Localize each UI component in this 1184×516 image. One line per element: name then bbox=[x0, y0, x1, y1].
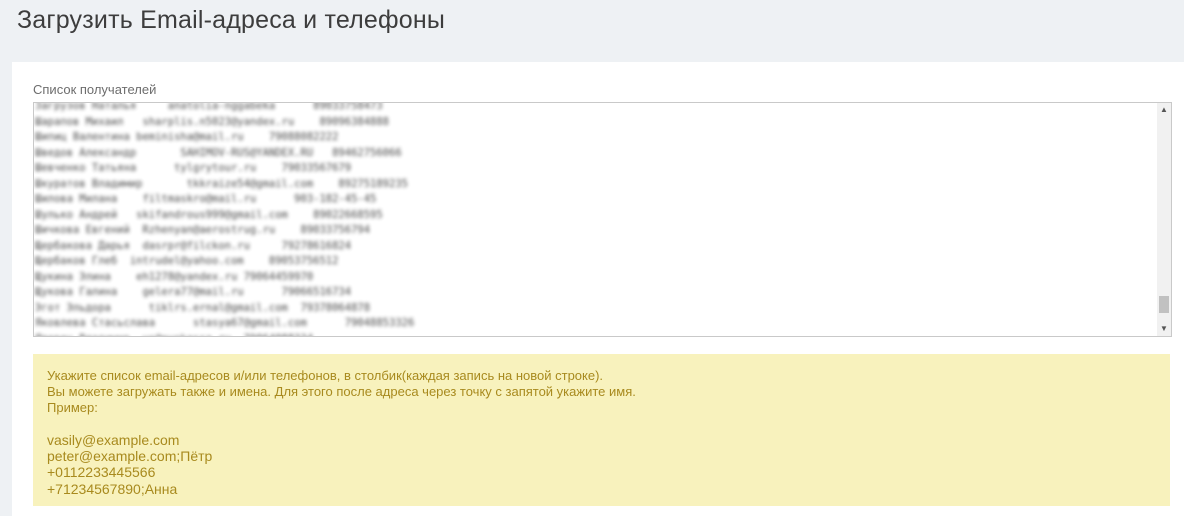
hint-example: +71234567890;Анна bbox=[47, 480, 178, 497]
recipient-line: Щербаков Глеб intrudel@yahoo.com 8905375… bbox=[35, 255, 339, 267]
textarea-scrollbar[interactable]: ▲ ▼ bbox=[1157, 103, 1171, 336]
recipient-line: Шкуратов Владимир tkkraize54@gmail.com 8… bbox=[35, 177, 408, 190]
recipient-line: Ядевец Владимир vs@evokassa.ru 790640883… bbox=[35, 332, 1157, 337]
recipient-line: Эгот Эльдора tiklrs.ernal@gmail.com 7937… bbox=[35, 301, 371, 314]
scroll-up-icon[interactable]: ▲ bbox=[1157, 103, 1171, 117]
recipient-line: Шилова Милана filtmaskro@mail.ru 903-182… bbox=[35, 193, 377, 205]
recipients-text: Загрузов Наталья anatolia-nggabeka 89033… bbox=[34, 102, 1157, 337]
hint-box: Укажите список email-адресов и/или телеф… bbox=[33, 354, 1170, 506]
upload-panel: Список получателей Загрузов Наталья anat… bbox=[12, 62, 1184, 516]
hint-line: Вы можете загружать также и имена. Для э… bbox=[47, 384, 636, 399]
scroll-down-icon[interactable]: ▼ bbox=[1157, 322, 1171, 336]
recipient-line: Шичкова Евгений Rzhenyan@aerostrug.ru 89… bbox=[35, 224, 371, 236]
page-title: Загрузить Email-адреса и телефоны bbox=[17, 6, 446, 34]
recipient-line: Шипиц Валентина beminisha@mail.ru 790880… bbox=[35, 131, 339, 143]
hint-line: Пример: bbox=[47, 400, 98, 415]
recipient-line: Шведов Александр SAHIMOV-RUS@YANDEX.RU 8… bbox=[35, 146, 402, 159]
recipients-textarea[interactable]: Загрузов Наталья anatolia-nggabeka 89033… bbox=[33, 102, 1172, 337]
recipient-line: Шевченко Татьяна tylgrytour.ru 790335676… bbox=[35, 162, 352, 174]
recipient-line: Щербакова Дарья dasrpr@filckon.ru 792786… bbox=[35, 239, 352, 252]
recipient-line: Шарапов Михаил sharplis.n5023@yandex.ru … bbox=[35, 115, 390, 128]
hint-example: peter@example.com;Пётр bbox=[47, 448, 213, 465]
recipient-line: Загрузов Наталья anatolia-nggabeka 89033… bbox=[35, 102, 383, 112]
recipient-line: Щукова Галина gelera77@mail.ru 790665167… bbox=[35, 286, 352, 298]
scroll-thumb[interactable] bbox=[1159, 295, 1169, 313]
hint-example: +0112233445566 bbox=[47, 464, 156, 481]
recipient-line: Яковлева Стасьслава stasya67@gmail.com 7… bbox=[35, 317, 415, 329]
recipient-line: Щукина Элина eh1278@yandex.ru 7906445997… bbox=[35, 270, 314, 283]
hint-example: vasily@example.com bbox=[47, 432, 180, 448]
hint-line: Укажите список email-адресов и/или телеф… bbox=[47, 368, 604, 383]
recipient-line: Шулько Андрей skifandrous999@gmail.com 8… bbox=[35, 208, 383, 221]
hint-spacer bbox=[47, 416, 1156, 432]
recipients-label: Список получателей bbox=[33, 82, 157, 97]
